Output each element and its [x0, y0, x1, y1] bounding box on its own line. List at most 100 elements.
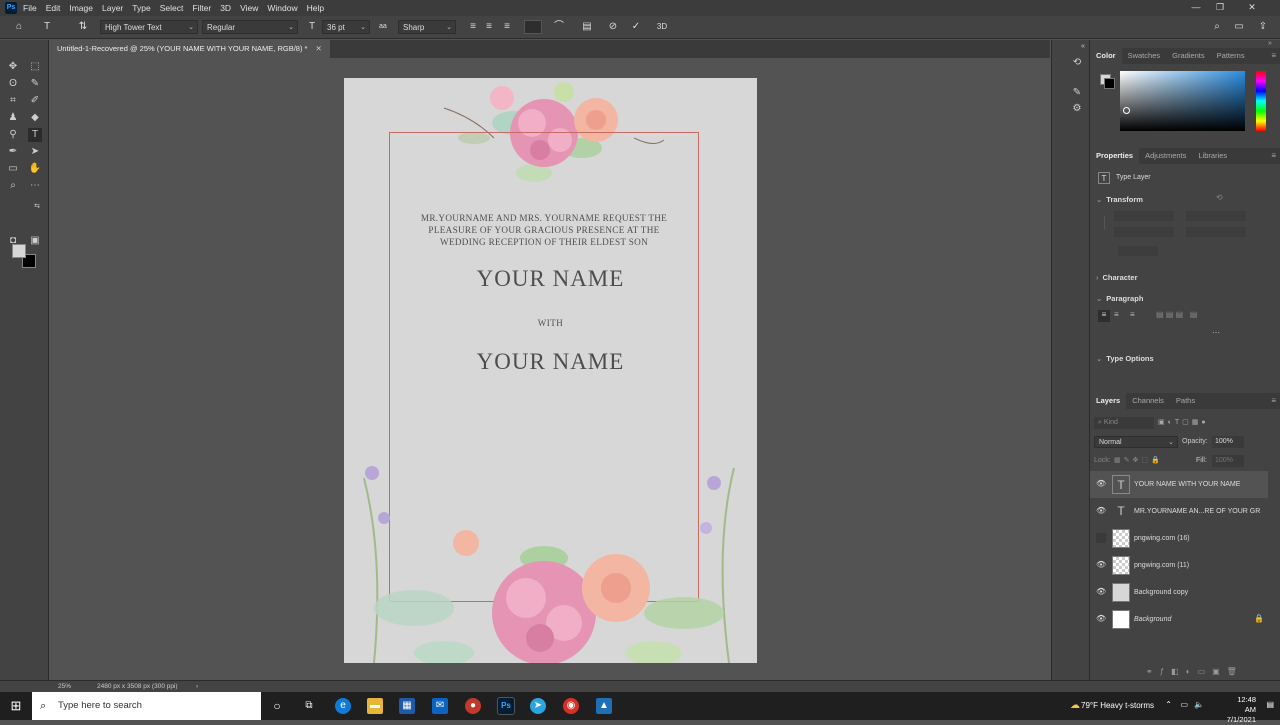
media-app-icon[interactable]: ●: [465, 698, 481, 714]
chrome-icon[interactable]: ◉: [563, 698, 579, 714]
lock-icons[interactable]: ▦✎✥⬚🔒: [1114, 456, 1163, 464]
document-tab[interactable]: Untitled-1-Recovered @ 25% (YOUR NAME WI…: [49, 40, 330, 58]
color-picker-cursor[interactable]: [1123, 107, 1130, 114]
store-icon[interactable]: ▦: [399, 698, 415, 714]
tab-libraries[interactable]: Libraries: [1192, 148, 1233, 164]
windows-start-icon[interactable]: ⊞: [0, 692, 32, 720]
swap-colors-icon[interactable]: ⇆: [30, 200, 44, 214]
layer-filter-icons[interactable]: ▣◐T▢▦●: [1158, 418, 1209, 426]
align-right-icon[interactable]: ≡: [500, 20, 514, 34]
document-canvas[interactable]: MR.YOURNAME AND MRS. YOURNAME REQUEST TH…: [344, 78, 757, 663]
menu-help[interactable]: Help: [307, 3, 324, 13]
quick-mask-icon[interactable]: ◘: [6, 234, 20, 248]
collapse-panels-icon[interactable]: »: [1268, 40, 1272, 47]
antialias-select[interactable]: Sharp ⌄: [398, 20, 456, 34]
move-tool-icon[interactable]: ✥: [6, 60, 20, 74]
menu-type[interactable]: Type: [132, 3, 150, 13]
dodge-tool-icon[interactable]: ⚲: [6, 128, 20, 142]
panel-menu-icon[interactable]: ≡: [1271, 393, 1276, 409]
align-left-icon[interactable]: ≡: [466, 20, 480, 34]
name-text-1[interactable]: YOUR NAME: [344, 266, 757, 292]
paragraph-align-right-icon[interactable]: ≡: [1130, 310, 1135, 319]
type-tool-icon[interactable]: T: [28, 128, 42, 142]
toggle-text-orientation-icon[interactable]: ⇅: [76, 20, 90, 34]
3d-icon[interactable]: 3D: [655, 20, 669, 34]
opacity-field[interactable]: 100%: [1212, 436, 1244, 448]
link-dimensions-icon[interactable]: [1104, 216, 1105, 230]
mail-icon[interactable]: ✉: [432, 698, 448, 714]
font-style-select[interactable]: Regular ⌄: [202, 20, 298, 34]
path-select-tool-icon[interactable]: ➤: [28, 145, 42, 159]
eye-icon[interactable]: 👁: [1096, 587, 1106, 597]
reset-icon[interactable]: ⟲: [1216, 193, 1223, 202]
pen-tool-icon[interactable]: ✒: [6, 145, 20, 159]
blend-mode-select[interactable]: Normal ⌄: [1094, 436, 1178, 448]
tab-channels[interactable]: Channels: [1126, 393, 1170, 409]
eye-icon[interactable]: 👁: [1096, 479, 1106, 489]
hand-tool-icon[interactable]: ✋: [28, 162, 42, 176]
name-text-2[interactable]: YOUR NAME: [344, 349, 757, 375]
layer-row[interactable]: 👁 T YOUR NAME WITH YOUR NAME: [1090, 471, 1268, 498]
layer-row[interactable]: 👁 Background 🔒: [1090, 606, 1268, 633]
close-icon[interactable]: ✕: [316, 44, 322, 53]
quick-select-tool-icon[interactable]: ✎: [28, 77, 42, 91]
file-explorer-icon[interactable]: ▬: [367, 698, 383, 714]
menu-layer[interactable]: Layer: [102, 3, 123, 13]
workspace-icon[interactable]: ▭: [1232, 20, 1246, 34]
brush-tool-icon[interactable]: ✐: [28, 94, 42, 108]
layer-row[interactable]: 👁 pngwing.com (11): [1090, 552, 1268, 579]
tab-gradients[interactable]: Gradients: [1166, 48, 1211, 64]
menu-image[interactable]: Image: [69, 3, 93, 13]
taskbar-search[interactable]: ⌕ Type here to search: [32, 692, 261, 720]
justify-icons[interactable]: ▤ ▤ ▤ ▤: [1156, 310, 1197, 319]
zoom-tool-icon[interactable]: ⌕: [6, 179, 20, 193]
task-view-icon[interactable]: ⧉: [301, 698, 317, 714]
lasso-tool-icon[interactable]: ʘ: [6, 77, 20, 91]
weather-text[interactable]: 79°F Heavy t-storms: [1081, 701, 1154, 710]
home-icon[interactable]: ⌂: [12, 20, 26, 34]
menu-window[interactable]: Window: [267, 3, 297, 13]
font-size-select[interactable]: 36 pt ⌄: [322, 20, 370, 34]
layer-actions-icons[interactable]: ⚭ƒ◧◐▭▣🗑: [1146, 667, 1244, 676]
color-field[interactable]: [1120, 71, 1245, 131]
type-options-section-header[interactable]: ⌄ Type Options: [1096, 354, 1154, 363]
menu-3d[interactable]: 3D: [220, 3, 231, 13]
paragraph-align-center-icon[interactable]: ≡: [1114, 310, 1119, 319]
stamp-tool-icon[interactable]: ♟: [6, 111, 20, 125]
volume-icon[interactable]: 🔈: [1194, 700, 1204, 709]
menu-select[interactable]: Select: [160, 3, 184, 13]
font-family-select[interactable]: High Tower Text ⌄: [100, 20, 198, 34]
layer-kind-filter[interactable]: ⌕ Kind: [1094, 417, 1154, 429]
eraser-tool-icon[interactable]: ◆: [28, 111, 42, 125]
tab-properties[interactable]: Properties: [1090, 148, 1140, 164]
network-icon[interactable]: ▭: [1180, 700, 1188, 709]
chevron-up-icon[interactable]: ⌃: [1165, 700, 1172, 709]
tab-paths[interactable]: Paths: [1170, 393, 1201, 409]
menu-filter[interactable]: Filter: [192, 3, 211, 13]
tab-color[interactable]: Color: [1090, 48, 1122, 64]
layer-row[interactable]: 👁 Background copy: [1090, 579, 1268, 606]
cortana-icon[interactable]: ○: [269, 698, 285, 714]
history-icon[interactable]: ⟲: [1070, 56, 1084, 70]
clock[interactable]: 12:48 AM 7/1/2021: [1227, 695, 1256, 725]
menu-file[interactable]: File: [23, 3, 37, 13]
eye-icon[interactable]: 👁: [1096, 506, 1106, 516]
menu-view[interactable]: View: [240, 3, 258, 13]
panel-menu-icon[interactable]: ≡: [1271, 148, 1276, 164]
adjustment-icon[interactable]: ⚙: [1070, 102, 1084, 116]
minimize-icon[interactable]: —: [1184, 0, 1208, 16]
telegram-icon[interactable]: ➤: [530, 698, 546, 714]
photos-icon[interactable]: ▲: [596, 698, 612, 714]
more-tools-icon[interactable]: ⋯: [28, 179, 42, 193]
character-panel-icon[interactable]: ▤: [580, 20, 594, 34]
restore-icon[interactable]: ❐: [1208, 0, 1232, 16]
tab-patterns[interactable]: Patterns: [1211, 48, 1251, 64]
notification-icon[interactable]: ▤: [1266, 700, 1274, 709]
eye-icon[interactable]: 👁: [1096, 614, 1106, 624]
tab-layers[interactable]: Layers: [1090, 393, 1127, 409]
with-text[interactable]: WITH: [344, 318, 757, 328]
close-icon[interactable]: ✕: [1240, 0, 1264, 16]
character-section-header[interactable]: › Character: [1096, 273, 1138, 282]
align-center-icon[interactable]: ≡: [482, 20, 496, 34]
eye-icon[interactable]: 👁: [1096, 560, 1106, 570]
